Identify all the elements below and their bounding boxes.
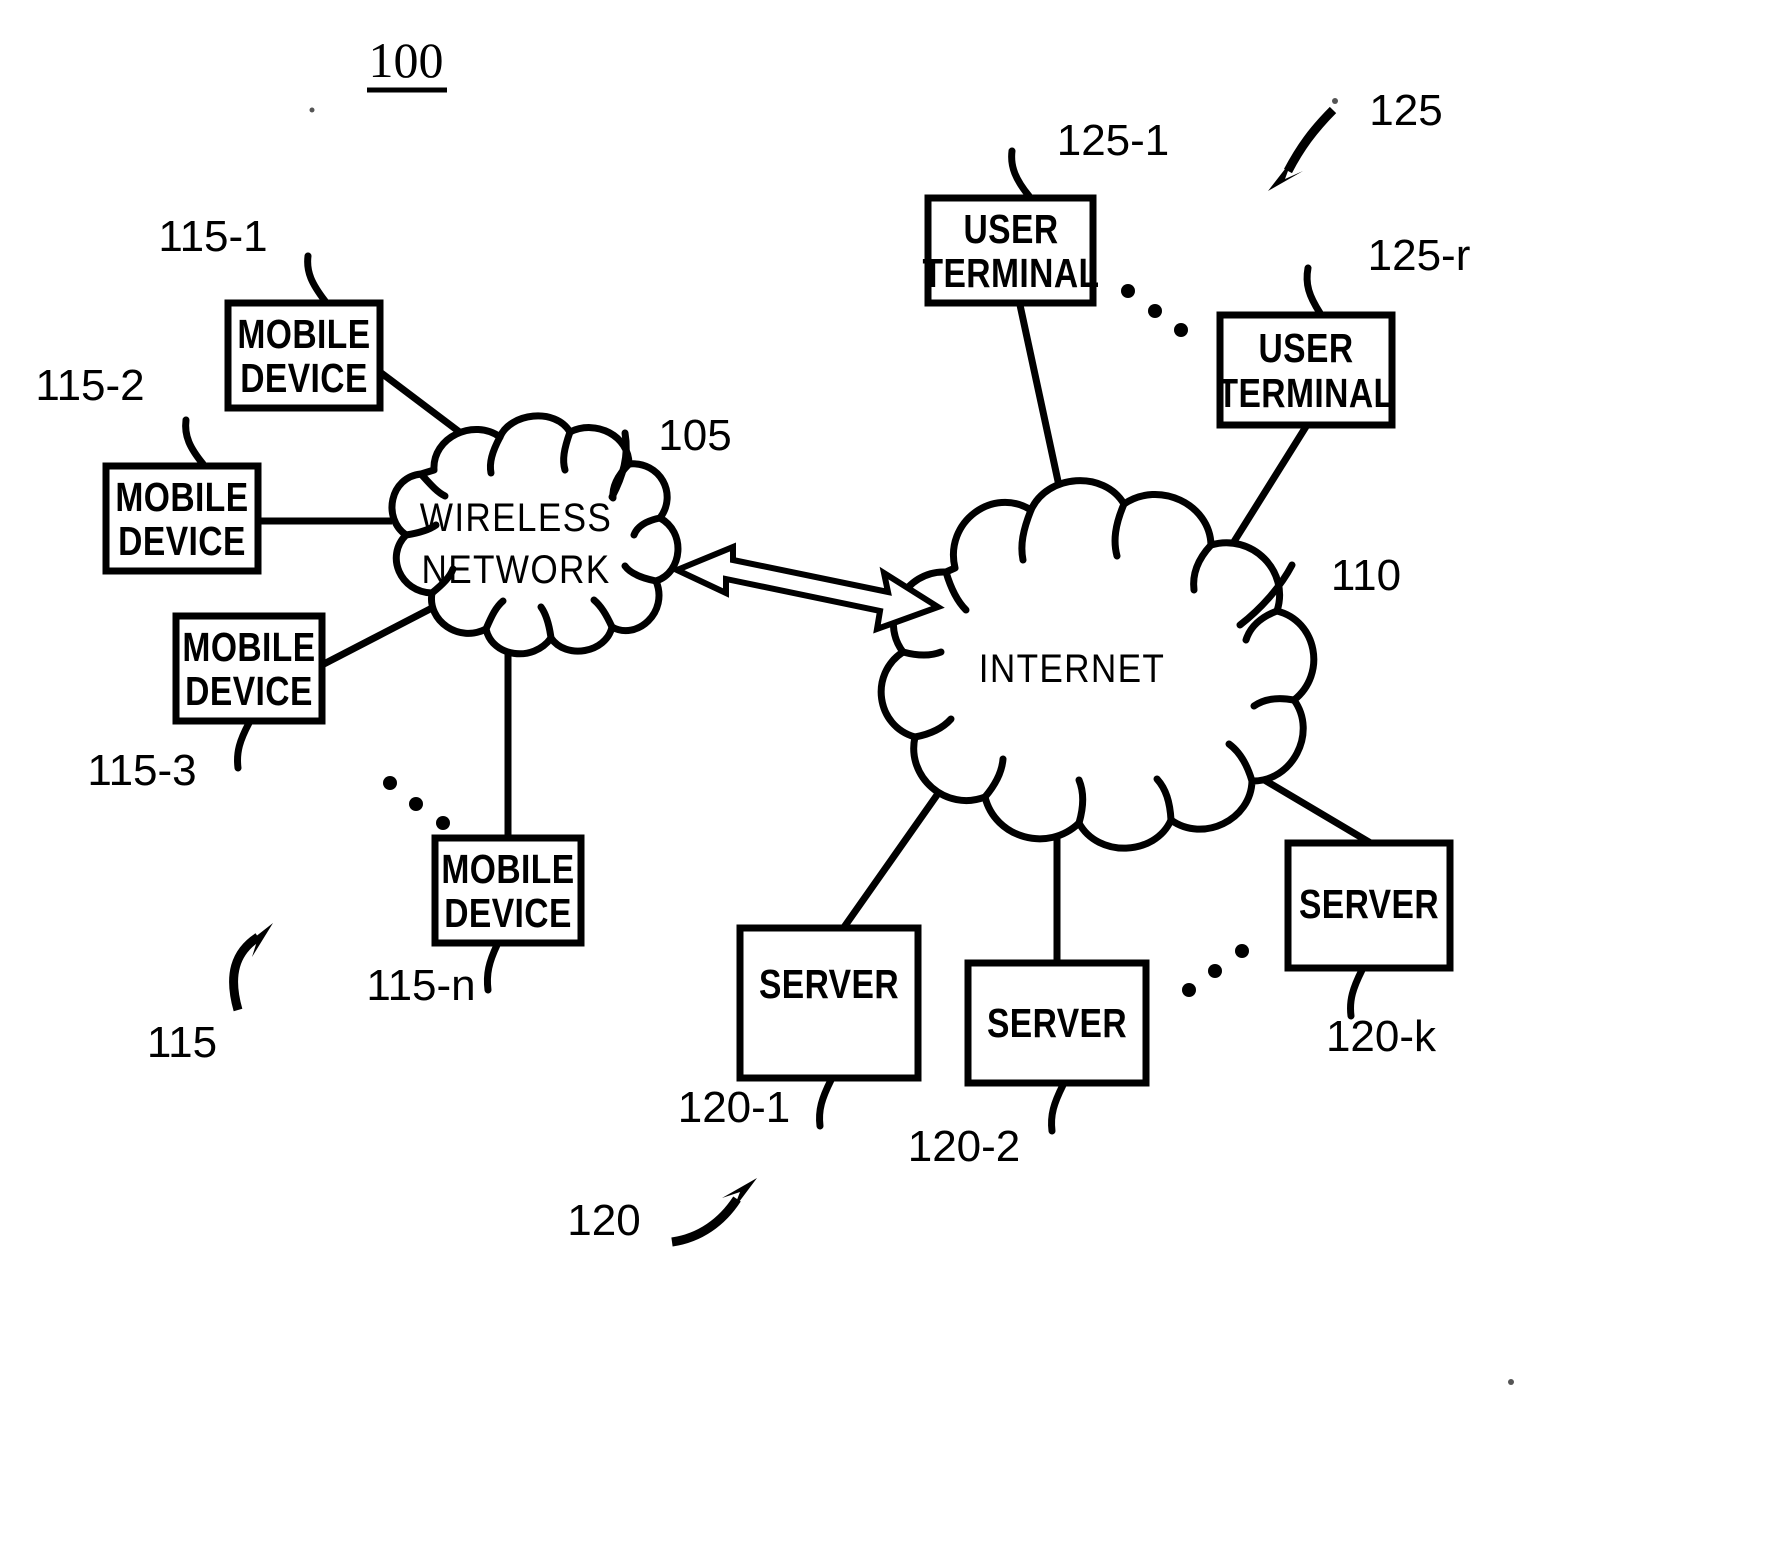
page-speck — [309, 107, 315, 113]
cloud-wireless-network: WIRELESS NETWORK — [388, 412, 682, 658]
node-mobile-device-115-1[interactable]: MOBILE DEVICE — [224, 299, 384, 412]
link-mobile3-to-wireless — [318, 604, 434, 670]
ref-label-115-n: 115-n — [366, 961, 475, 1010]
mobile-device-3-label-line1: MOBILE — [182, 624, 315, 670]
mobile-device-n-label-line2: DEVICE — [444, 890, 572, 936]
ref-label-120-k: 120-k — [1326, 1012, 1437, 1061]
cloud-label-internet: INTERNET — [979, 646, 1165, 691]
ellipsis-mobile-devices — [383, 776, 450, 830]
ref-label-115-group: 115 — [147, 1018, 217, 1067]
lead-line-115-n — [483, 941, 501, 994]
mobile-device-1-label-line2: DEVICE — [240, 355, 368, 401]
bidirectional-arrow-wireless-internet — [669, 542, 945, 634]
server-2-label: SERVER — [987, 1000, 1127, 1046]
ellipsis-user-terminals — [1121, 284, 1188, 337]
user-terminal-1-label-line2: TERMINAL — [923, 250, 1100, 296]
ref-label-110: 110 — [1331, 551, 1401, 600]
ref-label-120-group: 120 — [567, 1196, 640, 1245]
node-mobile-device-115-3[interactable]: MOBILE DEVICE — [172, 612, 326, 725]
node-mobile-device-115-2[interactable]: MOBILE DEVICE — [102, 462, 262, 575]
node-server-120-k[interactable]: SERVER — [1284, 839, 1454, 972]
lead-line-120-k — [1347, 966, 1366, 1020]
cloud-label-wireless-line1: WIRELESS — [420, 495, 612, 540]
mobile-device-1-label-line1: MOBILE — [237, 311, 370, 357]
lead-line-115-3 — [234, 719, 253, 772]
ref-label-125-1: 125-1 — [1057, 116, 1170, 165]
page-speck — [1508, 1379, 1514, 1385]
cloud-label-wireless-line2: NETWORK — [421, 547, 610, 592]
ref-label-120-2: 120-2 — [908, 1122, 1021, 1171]
link-server1-to-internet — [832, 792, 940, 943]
ellipsis-servers — [1182, 944, 1249, 997]
user-terminal-r-label-line2: TERMINAL — [1218, 370, 1395, 416]
mobile-device-n-label-line1: MOBILE — [441, 846, 574, 892]
figure-title: 100 — [369, 32, 444, 88]
page-speck — [1332, 98, 1338, 104]
node-user-terminal-125-1[interactable]: USER TERMINAL — [923, 194, 1100, 307]
user-terminal-r-label-line1: USER — [1258, 325, 1353, 371]
patent-figure: 100 WIRELESS NETWORK 105 INTERNET 110 MO… — [0, 0, 1767, 1547]
user-terminal-1-label-line1: USER — [963, 206, 1058, 252]
lead-line-125-r — [1303, 264, 1324, 317]
lead-line-120-2 — [1048, 1081, 1067, 1135]
ref-label-120-1: 120-1 — [678, 1083, 791, 1132]
lead-line-115-2 — [182, 416, 207, 468]
group-arrow-115 — [229, 923, 273, 1012]
node-mobile-device-115-n[interactable]: MOBILE DEVICE — [431, 834, 585, 947]
ref-label-125-group: 125 — [1369, 86, 1442, 135]
ref-label-115-2: 115-2 — [35, 361, 144, 410]
node-user-terminal-125-r[interactable]: USER TERMINAL — [1216, 311, 1396, 429]
node-server-120-2[interactable]: SERVER — [964, 959, 1150, 1087]
ref-label-115-1: 115-1 — [158, 212, 267, 261]
node-server-120-1[interactable]: SERVER — [736, 924, 922, 1082]
server-1-label: SERVER — [759, 961, 899, 1007]
lead-line-125-1 — [1008, 147, 1033, 200]
cloud-internet: INTERNET — [877, 477, 1318, 852]
ref-label-115-3: 115-3 — [87, 746, 196, 795]
lead-line-115-1 — [304, 252, 329, 305]
network-diagram-canvas: 100 WIRELESS NETWORK 105 INTERNET 110 MO… — [35, 32, 1514, 1385]
server-k-label: SERVER — [1299, 881, 1439, 927]
ref-label-105: 105 — [658, 411, 731, 460]
ref-label-125-r: 125-r — [1368, 231, 1471, 280]
mobile-device-3-label-line2: DEVICE — [185, 668, 313, 714]
mobile-device-2-label-line1: MOBILE — [115, 474, 248, 520]
lead-line-120-1 — [816, 1076, 835, 1130]
link-serverk-to-internet — [1254, 771, 1376, 849]
group-arrow-125 — [1268, 106, 1337, 191]
mobile-device-2-label-line2: DEVICE — [118, 518, 246, 564]
group-arrow-120 — [671, 1178, 757, 1247]
